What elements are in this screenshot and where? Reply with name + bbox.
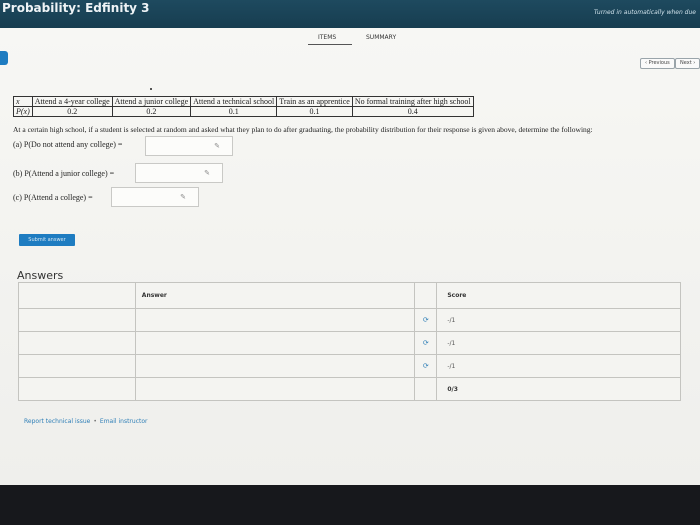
table-cell: 0.2 xyxy=(111,106,192,117)
table-header-cell: Attend a 4-year college xyxy=(31,96,113,107)
part-c-answer-input[interactable]: ✎ xyxy=(111,187,199,207)
reload-icon[interactable]: ⟳ xyxy=(414,331,438,355)
submit-answer-button[interactable]: Submit answer xyxy=(19,234,75,246)
part-c-label: (c) P(Attend a college) = xyxy=(13,192,93,202)
table-header-cell: Attend a junior college xyxy=(111,96,192,107)
total-score: 0/3 xyxy=(436,377,681,401)
table-row: ⟳ -/1 xyxy=(18,331,681,355)
table-row: P(x) 0.2 0.2 0.1 0.1 0.4 xyxy=(13,106,474,117)
part-a-answer-input[interactable]: ✎ xyxy=(145,136,233,156)
table-header-cell: Attend a technical school xyxy=(190,96,278,107)
question-part-c: (c) P(Attend a college) = xyxy=(13,192,93,202)
footer-separator: • xyxy=(93,418,97,425)
active-tab-indicator xyxy=(308,44,352,45)
screen-bezel xyxy=(0,485,700,525)
table-cell: 0.1 xyxy=(190,106,278,117)
tab-summary[interactable]: SUMMARY xyxy=(366,34,396,41)
table-header-row: Answer Score xyxy=(18,282,681,309)
app-header: Probability: Edfinity 3 Turned in automa… xyxy=(0,0,700,28)
answer-cell xyxy=(134,354,416,378)
table-cell xyxy=(414,377,438,401)
score-cell: -/1 xyxy=(436,331,681,355)
table-cell xyxy=(134,377,416,401)
report-issue-link[interactable]: Report technical issue xyxy=(24,418,90,425)
footer-links: Report technical issue • Email instructor xyxy=(24,418,147,425)
probability-distribution-table: x Attend a 4-year college Attend a junio… xyxy=(13,96,474,117)
score-cell: -/1 xyxy=(436,308,681,332)
score-column-header: Score xyxy=(436,282,681,309)
part-a-label: (a) P(Do not attend any college) = xyxy=(13,139,123,149)
table-cell xyxy=(18,377,136,401)
table-row: ⟳ -/1 xyxy=(18,308,681,332)
answer-cell xyxy=(134,308,416,332)
answer-cell xyxy=(134,331,416,355)
table-cell-px-label: P(x) xyxy=(13,106,33,117)
table-cell xyxy=(18,354,136,378)
reload-icon[interactable]: ⟳ xyxy=(414,308,438,332)
table-header-cell: No formal training after high school xyxy=(351,96,474,107)
table-cell: 0.1 xyxy=(276,106,353,117)
part-b-answer-input[interactable]: ✎ xyxy=(135,163,223,183)
tab-items[interactable]: ITEMS xyxy=(318,34,336,41)
reload-icon[interactable]: ⟳ xyxy=(414,354,438,378)
question-part-b: (b) P(Attend a junior college) = xyxy=(13,168,114,178)
table-cell xyxy=(18,308,136,332)
answers-heading: Answers xyxy=(17,269,64,282)
app-title: Probability: Edfinity 3 xyxy=(2,1,150,15)
table-cell: 0.2 xyxy=(31,106,113,117)
answers-table: Answer Score ⟳ -/1 ⟳ -/1 ⟳ -/1 0/3 xyxy=(18,282,681,401)
main-screen: ITEMS SUMMARY ‹ Previous Next › x Attend… xyxy=(0,28,700,485)
pencil-icon: ✎ xyxy=(204,169,210,177)
table-cell xyxy=(18,331,136,355)
part-b-label: (b) P(Attend a junior college) = xyxy=(13,168,115,178)
table-row: x Attend a 4-year college Attend a junio… xyxy=(13,96,474,107)
pencil-icon: ✎ xyxy=(180,193,186,201)
due-status: Turned in automatically when due xyxy=(593,9,696,16)
email-instructor-link[interactable]: Email instructor xyxy=(100,418,148,425)
score-cell: -/1 xyxy=(436,354,681,378)
table-row: 0/3 xyxy=(18,377,681,401)
question-prompt: At a certain high school, if a student i… xyxy=(13,125,593,134)
sidebar-toggle[interactable] xyxy=(0,51,8,65)
next-button[interactable]: Next › xyxy=(675,58,700,69)
table-header-cell xyxy=(18,282,136,309)
pencil-icon: ✎ xyxy=(214,142,220,150)
question-part-a: (a) P(Do not attend any college) = xyxy=(13,139,122,149)
table-header-cell xyxy=(414,282,437,309)
answer-column-header: Answer xyxy=(134,282,416,309)
table-row: ⟳ -/1 xyxy=(18,354,681,378)
table-header-cell: Train as an apprentice xyxy=(276,96,353,107)
table-cell: 0.4 xyxy=(351,106,474,117)
decorative-dot xyxy=(150,88,152,90)
previous-button[interactable]: ‹ Previous xyxy=(640,58,675,69)
table-cell-x-label: x xyxy=(13,96,33,107)
